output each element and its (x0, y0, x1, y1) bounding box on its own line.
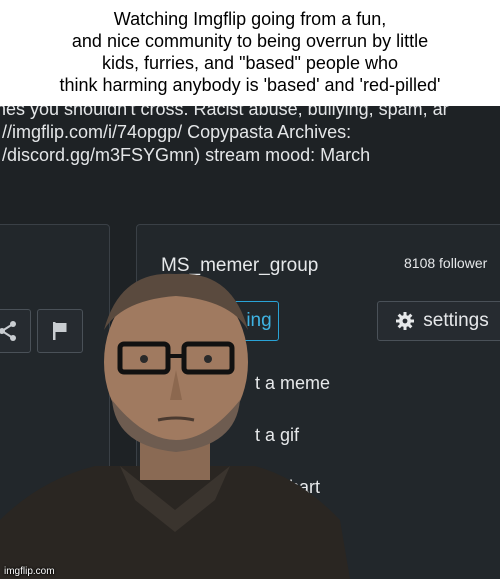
caption-line: Watching Imgflip going from a fun, (113, 9, 387, 29)
caption-line: and nice community to being overrun by l… (71, 31, 429, 51)
settings-button[interactable]: settings (377, 301, 500, 341)
man-with-glasses-image (0, 273, 350, 579)
description-line: nes you shouldn't cross. Racist abuse, b… (0, 106, 449, 119)
imgflip-watermark: imgflip.com (4, 566, 55, 577)
caption-line: think harming anybody is 'based' and 're… (59, 75, 441, 95)
description-line: //imgflip.com/i/74opgp/ Copypasta Archiv… (2, 122, 352, 142)
meme-caption: Watching Imgflip going from a fun, and n… (0, 0, 500, 106)
gear-icon (396, 312, 415, 330)
stream-description: nes you shouldn't cross. Racist abuse, b… (0, 106, 500, 167)
settings-label: settings (423, 310, 489, 331)
stream-page-screenshot: nes you shouldn't cross. Racist abuse, b… (0, 106, 500, 579)
follower-count: 8108 follower (404, 255, 488, 271)
caption-line: kids, furries, and "based" people who (102, 53, 398, 73)
description-line: /discord.gg/m3FSYGmn) stream mood: March (2, 145, 371, 165)
